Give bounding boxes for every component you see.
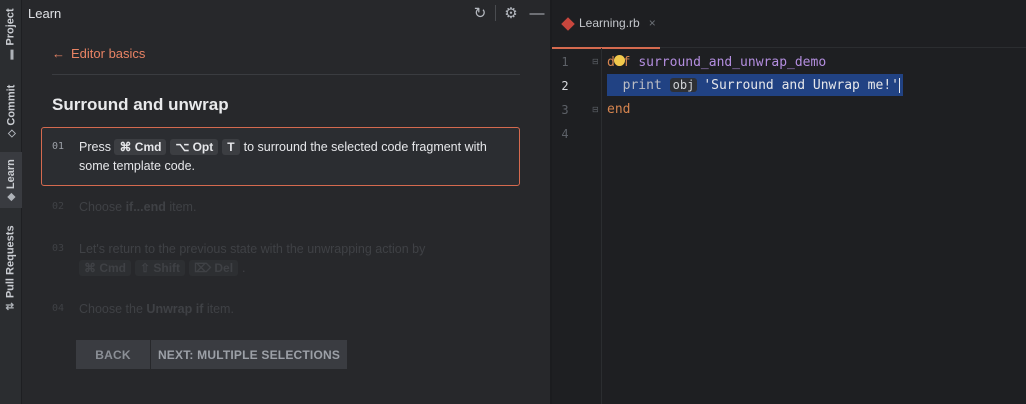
restart-icon[interactable]: ↻ [467,0,493,26]
tab-pull-requests[interactable]: ⇅ Pull Requests [0,218,22,318]
step-text: Choose [79,200,123,214]
key-cmd: ⌘ Cmd [79,260,131,276]
editor-tab-bar: Learning.rb × [552,0,1026,49]
key-cmd: ⌘ Cmd [114,139,167,155]
gear-icon[interactable]: ⚙ [498,0,524,26]
step-number: 04 [52,303,65,314]
step-number: 02 [52,201,65,212]
step-text: Choose the [79,302,143,316]
file-tab-learning-rb[interactable]: Learning.rb × [552,0,660,49]
parameter-hint: obj [669,78,698,92]
key-del: ⌦ Del [189,260,239,276]
line-number: 1 [561,55,569,69]
divider [52,74,520,75]
step-bold-text: if...end [125,200,166,214]
tab-learn[interactable]: ◆ Learn [0,152,22,208]
line-number: 3 [561,103,569,117]
learn-header: Learn ↻ ⚙ — [22,0,550,26]
step-text: Press [79,140,111,154]
pull-request-icon: ⇅ [5,302,17,311]
text-caret [898,78,900,93]
fold-marker-icon[interactable]: ⊟ [592,105,599,114]
fold-marker-icon[interactable]: ⊟ [592,57,599,66]
commit-icon: ◇ [5,129,17,138]
method-name: surround_and_unwrap_demo [638,55,827,70]
step-02: 02 Choose if...end item. [52,198,196,217]
back-link-label: Editor basics [71,46,146,61]
intention-bulb-icon[interactable] [614,55,625,66]
learn-header-title: Learn [28,5,62,21]
keyword: end [607,102,631,117]
tab-pull-requests-label: Pull Requests [5,225,18,299]
line-number-gutter: 1 2 3 4 ⊟ ⊟ [552,48,602,404]
tool-window-strip: ▬ Project ◇ Commit ◆ Learn ⇅ Pull Requests [0,0,22,404]
next-lesson-button[interactable]: NEXT: MULTIPLE SELECTIONS [151,340,347,369]
step-text: Let's return to the previous state with … [79,242,426,256]
back-to-editor-basics-link[interactable]: ← Editor basics [52,46,145,61]
key-shift: ⇧ Shift [135,260,186,276]
arrow-left-icon: ← [52,46,65,61]
line-number: 2 [561,79,569,93]
minimize-icon[interactable]: — [524,0,550,26]
tab-project[interactable]: ▬ Project [0,4,22,64]
close-tab-icon[interactable]: × [649,16,656,30]
step-text: item. [169,200,197,214]
print-call: print [622,78,662,93]
tab-commit[interactable]: ◇ Commit [0,76,22,146]
line-number: 4 [561,127,569,141]
step-bold-text: Unwrap if [146,302,204,316]
tab-commit-label: Commit [5,84,17,126]
code-line-2[interactable]: print obj 'Surround and Unwrap me!' [607,78,900,93]
step-number: 01 [52,141,65,152]
tab-learn-label: Learn [5,159,18,190]
back-button[interactable]: BACK [76,340,150,369]
graduation-icon: ◆ [5,193,17,201]
step-03: 03 Let's return to the previous state wi… [52,240,499,278]
code-line-1[interactable]: def surround_and_unwrap_demo [607,55,826,70]
tab-project-label: Project [5,8,18,46]
step-number: 03 [52,243,65,254]
navigation-buttons: BACK NEXT: MULTIPLE SELECTIONS [76,340,347,369]
string-literal: 'Surround and Unwrap me!' [703,78,899,93]
lesson-title: Surround and unwrap [52,95,229,114]
ruby-file-icon [561,17,575,31]
header-separator [495,5,496,21]
folder-icon: ▬ [5,49,17,60]
file-tab-label: Learning.rb [579,16,640,30]
step-text: . [242,261,246,275]
key-t: T [222,139,240,155]
code-editor: Learning.rb × 1 2 3 4 ⊟ ⊟ def surround_a… [552,0,1026,404]
step-04: 04 Choose the Unwrap if item. [52,300,234,319]
step-text: item. [206,302,234,316]
step-01: 01 Press ⌘ Cmd ⌥ Opt Tto surround the sele… [52,138,499,176]
learn-panel: Learn ↻ ⚙ — ← Editor basics Surround and… [22,0,550,404]
code-line-3[interactable]: end [607,102,630,117]
key-opt: ⌥ Opt [170,139,219,155]
